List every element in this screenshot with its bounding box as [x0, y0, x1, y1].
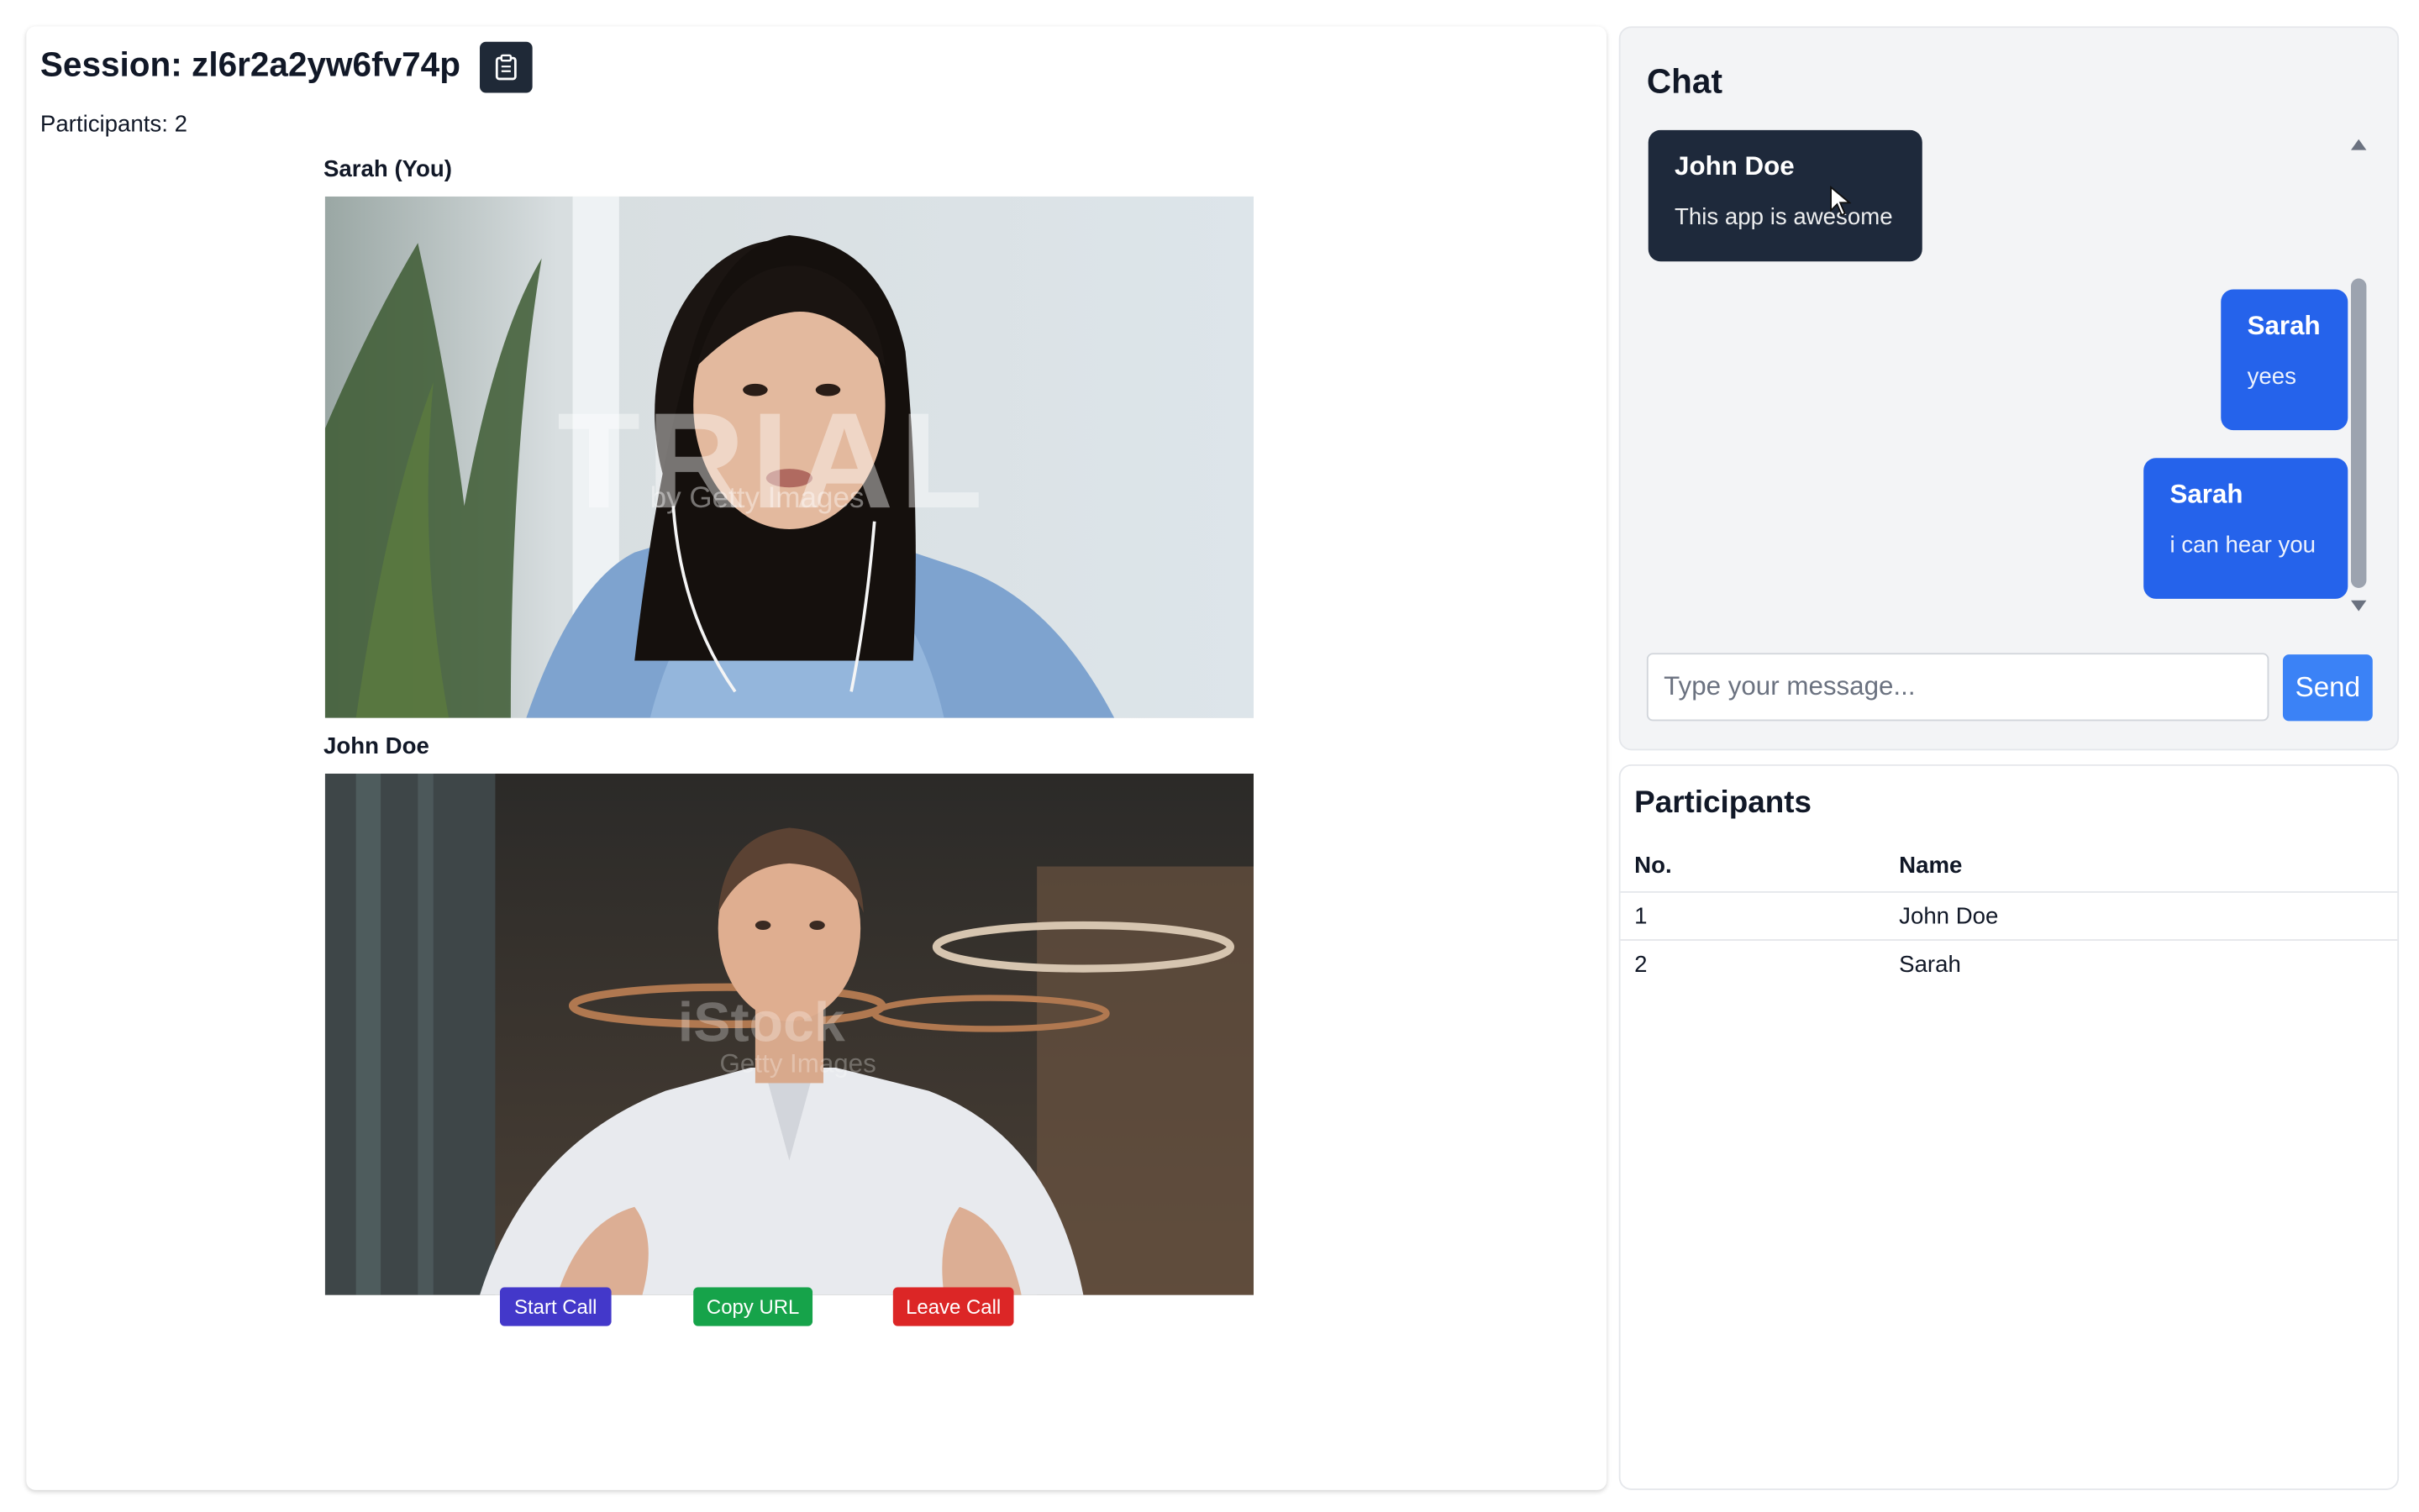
copy-url-button[interactable]: Copy URL: [693, 1287, 813, 1326]
chat-panel: Chat John Doe This app is awesome Sarah …: [1618, 26, 2400, 751]
message-text: i can hear you: [2169, 532, 2316, 559]
chat-message-sarah-2: Sarah i can hear you: [2143, 458, 2348, 599]
send-button[interactable]: Send: [2282, 654, 2373, 722]
arrow-up-icon[interactable]: [2350, 139, 2367, 150]
participant-name: John Doe: [1899, 903, 1999, 931]
table-row: 1 John Doe: [1620, 891, 2398, 941]
clipboard-icon: [495, 54, 517, 81]
participants-panel: Participants No. Name 1 John Doe 2 Sarah: [1618, 764, 2400, 1490]
participant-name: Sarah: [1899, 951, 1961, 979]
message-sender: Sarah: [2169, 480, 2243, 510]
chat-message-sarah-1: Sarah yees: [2221, 289, 2348, 431]
start-call-button[interactable]: Start Call: [499, 1287, 612, 1326]
arrow-down-icon[interactable]: [2350, 600, 2367, 612]
video-frame-sarah: [324, 196, 1254, 718]
participants-table-header: No. Name: [1620, 838, 2398, 893]
leave-call-button[interactable]: Leave Call: [892, 1287, 1014, 1326]
message-text: This app is awesome: [1675, 204, 1893, 231]
column-header-name: Name: [1899, 852, 1963, 879]
table-row: 2 Sarah: [1621, 939, 2398, 987]
video-label-sarah: Sarah (You): [323, 156, 453, 183]
column-header-no: No.: [1634, 852, 1672, 879]
scrollbar-thumb[interactable]: [2350, 278, 2367, 588]
chat-title: Chat: [1646, 61, 1722, 101]
mouse-cursor-icon: [1830, 186, 1852, 217]
message-sender: Sarah: [2247, 311, 2321, 341]
chat-messages[interactable]: John Doe This app is awesome Sarah yees …: [1647, 129, 2349, 622]
session-title: Session: zl6r2a2yw6fv74p: [39, 45, 460, 84]
chat-message-john: John Doe This app is awesome: [1648, 129, 1922, 262]
video-sarah: TRIAL by Getty Images: [324, 196, 1254, 718]
participants-count: Participants: 2: [39, 111, 187, 138]
video-label-john: John Doe: [323, 733, 429, 760]
participant-no: 1: [1634, 903, 1648, 931]
chat-scrollbar[interactable]: [2348, 130, 2369, 619]
video-frame-john: [324, 774, 1254, 1295]
participant-no: 2: [1634, 951, 1648, 979]
participants-title: Participants: [1634, 785, 1812, 821]
message-text: yees: [2247, 363, 2296, 391]
message-sender: John Doe: [1675, 151, 1795, 181]
message-input[interactable]: [1646, 653, 2269, 722]
video-john: iStock Getty Images: [324, 774, 1254, 1295]
copy-session-button[interactable]: [480, 41, 533, 93]
page: Session: zl6r2a2yw6fv74p Participants: 2…: [0, 0, 2419, 1512]
